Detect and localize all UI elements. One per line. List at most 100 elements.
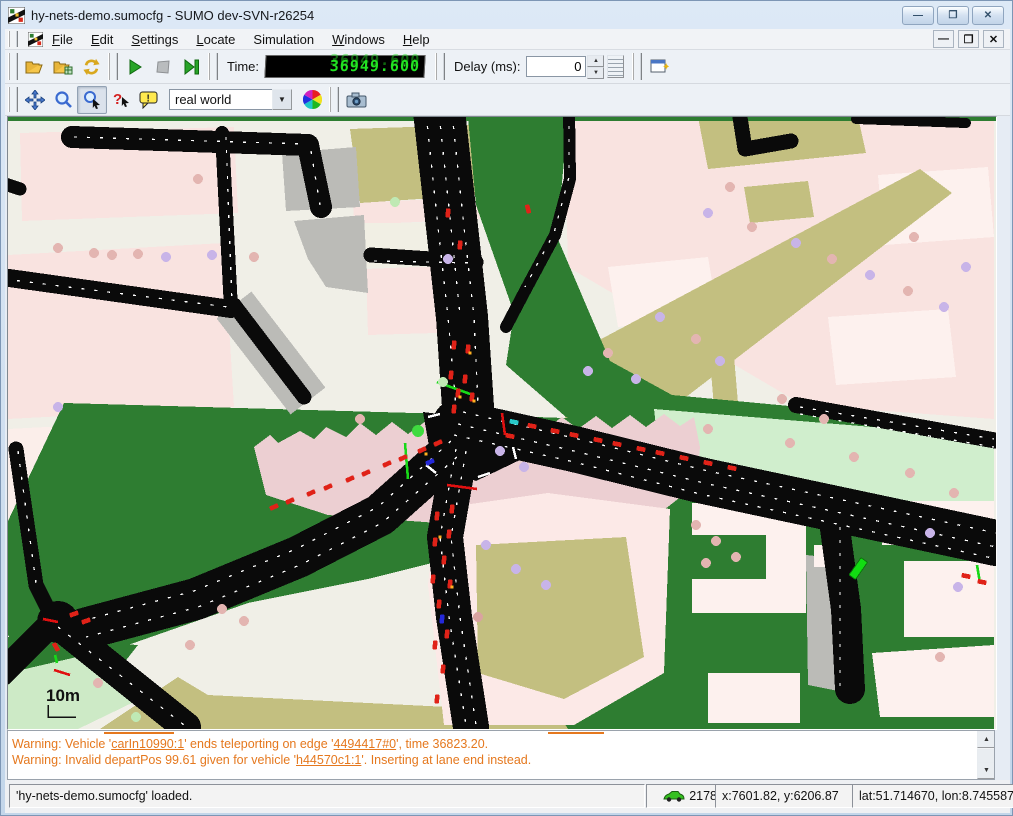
vehicle-count-icon <box>663 790 685 802</box>
app-window: hy-nets-demo.sumocfg - SUMO dev-SVN-r262… <box>0 0 1013 816</box>
menu-file[interactable]: File <box>43 31 82 48</box>
mdi-close-button[interactable]: ✕ <box>983 30 1004 48</box>
warning-line: Warning: Invalid departPos 99.61 given f… <box>12 752 974 768</box>
zoom-to-cursor-button[interactable] <box>77 86 107 114</box>
poi-dot <box>519 462 529 472</box>
vehicle[interactable] <box>457 240 462 249</box>
app-icon <box>8 7 25 24</box>
recenter-view-button[interactable] <box>21 87 49 113</box>
screenshot-button[interactable] <box>342 87 370 113</box>
poi-dot <box>715 356 725 366</box>
new-view-button[interactable]: ✦ <box>645 54 673 80</box>
scroll-up-button[interactable]: ▲ <box>977 731 995 748</box>
title-bar[interactable]: hy-nets-demo.sumocfg - SUMO dev-SVN-r262… <box>1 1 1012 29</box>
delay-increase-button[interactable]: ▲ <box>587 55 604 67</box>
new-window-icon: ✦ <box>650 58 669 75</box>
reload-button[interactable] <box>77 54 105 80</box>
vehicle[interactable] <box>448 370 454 379</box>
vehicle-count-panel[interactable]: 2178 <box>646 784 724 808</box>
vehicle[interactable] <box>445 208 450 217</box>
poi-dot <box>249 252 259 262</box>
scroll-down-button[interactable]: ▼ <box>977 762 995 779</box>
menu-locate[interactable]: Locate <box>187 31 244 48</box>
toolbar-grip[interactable] <box>108 53 118 79</box>
minimize-button[interactable]: — <box>902 6 934 25</box>
mdi-minimize-button[interactable]: — <box>933 30 954 48</box>
mdi-restore-button[interactable]: ❐ <box>958 30 979 48</box>
recenter-icon <box>25 90 45 110</box>
coloring-scheme-combobox[interactable]: real world ▼ <box>169 89 292 110</box>
stop-button[interactable] <box>149 54 177 80</box>
object-link[interactable]: 4494417#0 <box>334 737 397 751</box>
delay-input[interactable]: 0 <box>526 56 586 77</box>
menu-bar: FileEditSettingsLocateSimulationWindowsH… <box>5 29 1010 50</box>
simulation-map[interactable]: 10m <box>7 116 997 730</box>
combobox-dropdown-button[interactable]: ▼ <box>272 89 292 110</box>
message-window-button[interactable]: ! <box>135 87 163 113</box>
toolbar-grip[interactable] <box>8 31 18 47</box>
poi-dot <box>711 536 721 546</box>
vehicle[interactable] <box>462 374 468 383</box>
poi-dot <box>412 425 424 437</box>
toolbar-separator <box>329 87 339 112</box>
poi-dot <box>161 252 171 262</box>
open-config-button[interactable] <box>21 54 49 80</box>
poi-dot <box>777 394 787 404</box>
play-icon <box>127 59 143 75</box>
step-button[interactable] <box>177 54 205 80</box>
window-title: hy-nets-demo.sumocfg - SUMO dev-SVN-r262… <box>31 8 314 23</box>
restore-button[interactable]: ❐ <box>937 6 969 25</box>
poi-dot <box>481 540 491 550</box>
object-link[interactable]: carIn10990:1 <box>111 737 184 751</box>
menu-windows[interactable]: Windows <box>323 31 394 48</box>
message-window[interactable]: Warning: Vehicle 'carIn10990:1' ends tel… <box>7 730 995 780</box>
svg-text:?: ? <box>113 91 122 108</box>
object-link[interactable]: h44570c1:1 <box>296 753 361 767</box>
poi-dot <box>239 616 249 626</box>
status-bar: 'hy-nets-demo.sumocfg' loaded. 2178 x:76… <box>5 780 1010 813</box>
menu-edit[interactable]: Edit <box>82 31 122 48</box>
status-message: 'hy-nets-demo.sumocfg' loaded. <box>16 789 192 803</box>
run-button[interactable] <box>121 54 149 80</box>
time-display: 36949.600 <box>264 55 425 78</box>
close-button[interactable]: ✕ <box>972 6 1004 25</box>
poi-dot <box>849 452 859 462</box>
poi-dot <box>725 182 735 192</box>
toolbar-grip[interactable] <box>8 53 18 79</box>
menu-simulation[interactable]: Simulation <box>244 31 323 48</box>
poi-dot <box>355 414 365 424</box>
coloring-scheme-value[interactable]: real world <box>169 89 272 110</box>
zoom-button[interactable] <box>49 87 77 113</box>
poi-dot <box>925 528 935 538</box>
toolbar-grip[interactable] <box>435 53 445 79</box>
poi-dot <box>903 286 913 296</box>
poi-dot <box>53 243 63 253</box>
poi-dot <box>443 254 453 264</box>
whats-this-button[interactable]: ? <box>107 87 135 113</box>
step-icon <box>183 59 200 75</box>
scrollbar-thumb[interactable] <box>977 749 995 763</box>
delay-dial[interactable] <box>607 55 624 78</box>
vehicle-blinker <box>472 399 475 402</box>
menu-settings[interactable]: Settings <box>122 31 187 48</box>
toolbar-grip[interactable] <box>8 87 18 112</box>
warning-bubble-icon: ! <box>139 91 159 109</box>
menu-help[interactable]: Help <box>394 31 439 48</box>
poi-dot <box>603 348 613 358</box>
delay-decrease-button[interactable]: ▼ <box>587 67 604 79</box>
clipped-text-artifact <box>548 732 604 734</box>
vehicle[interactable] <box>451 340 456 349</box>
poi-dot <box>93 678 103 688</box>
toolbar-grip[interactable] <box>632 53 642 79</box>
toolbar-grip[interactable] <box>208 53 218 79</box>
poi-dot <box>703 208 713 218</box>
poi-dot <box>827 254 837 264</box>
vehicle[interactable] <box>451 404 457 413</box>
vehicle-blinker <box>468 351 471 354</box>
edit-coloring-button[interactable] <box>298 87 326 113</box>
open-network-icon <box>53 58 73 76</box>
open-folder-icon <box>25 58 45 76</box>
message-scrollbar[interactable]: ▲ ▼ <box>977 731 994 779</box>
camera-icon <box>346 92 367 108</box>
open-network-button[interactable] <box>49 54 77 80</box>
